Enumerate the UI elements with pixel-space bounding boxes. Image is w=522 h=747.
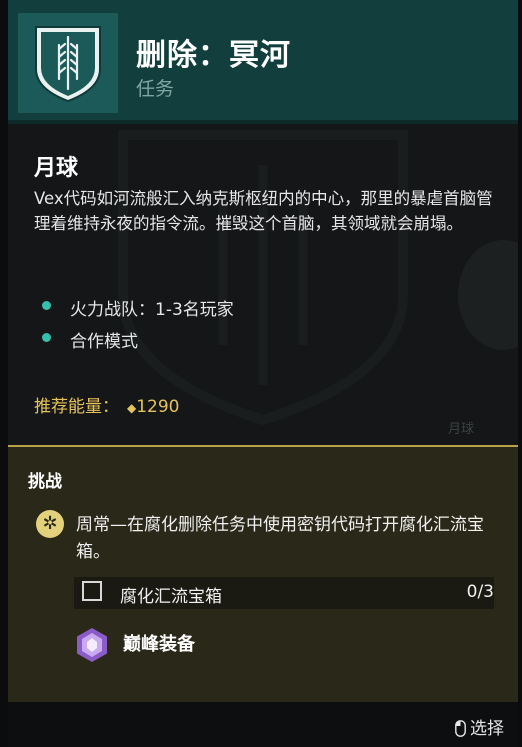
reward-label: 巅峰装备	[123, 634, 195, 655]
weekly-challenge-icon: ✲	[36, 510, 64, 538]
tooltip-footer: 选择	[8, 702, 518, 747]
activity-description: Vex代码如河流般汇入纳克斯枢纽内的中心，那里的暴虐首脑管理着维持永夜的指令流。…	[34, 189, 493, 233]
activity-title: 删除：冥河	[136, 38, 291, 73]
recommended-power: 推荐能量： ◆1290	[34, 392, 180, 417]
challenge-description: 周常—在腐化删除任务中使用密钥代码打开腐化汇流宝箱。	[76, 515, 484, 562]
background-crest-icon	[118, 130, 408, 425]
challenge-heading: 挑战	[28, 472, 62, 492]
challenge-section: 挑战 ✲ 周常—在腐化删除任务中使用密钥代码打开腐化汇流宝箱。 腐化汇流宝箱 0…	[8, 447, 518, 702]
power-diamond-icon: ◆	[127, 401, 137, 415]
objective-row: 腐化汇流宝箱 0/3	[74, 577, 494, 609]
mode-label: 合作模式	[70, 332, 138, 352]
select-label: 选择	[470, 719, 504, 739]
objective-label: 腐化汇流宝箱	[120, 587, 222, 607]
pinnacle-gear-icon	[77, 628, 107, 662]
tooltip-header: 删除：冥河 任务	[8, 0, 518, 120]
activity-type: 任务	[136, 78, 175, 100]
list-item: 火力战队：1-3名玩家	[42, 295, 234, 327]
bullet-dot-icon	[42, 333, 51, 342]
activity-modifiers: 火力战队：1-3名玩家 合作模式	[42, 295, 234, 359]
emblem-badge	[18, 13, 118, 113]
location-name: 月球	[34, 156, 79, 181]
vex-strike-emblem-icon	[35, 26, 101, 103]
select-action[interactable]: 选择	[455, 714, 504, 739]
mouse-left-click-icon	[455, 720, 466, 737]
objective-checkbox	[82, 581, 102, 601]
bullet-dot-icon	[42, 301, 51, 310]
activity-tooltip: 删除：冥河 任务 月球 月球 Vex代码如河流般汇入纳克斯枢纽内的中心，那里的暴…	[8, 0, 518, 747]
fireteam-size-label: 火力战队：1-3名玩家	[70, 300, 234, 320]
moon-thumbnail	[458, 240, 518, 350]
background-location-label: 月球	[448, 422, 475, 437]
power-value: 1290	[136, 397, 180, 417]
list-item: 合作模式	[42, 327, 234, 359]
power-label: 推荐能量：	[34, 397, 119, 417]
objective-progress: 0/3	[466, 582, 494, 602]
header-divider	[8, 120, 518, 124]
